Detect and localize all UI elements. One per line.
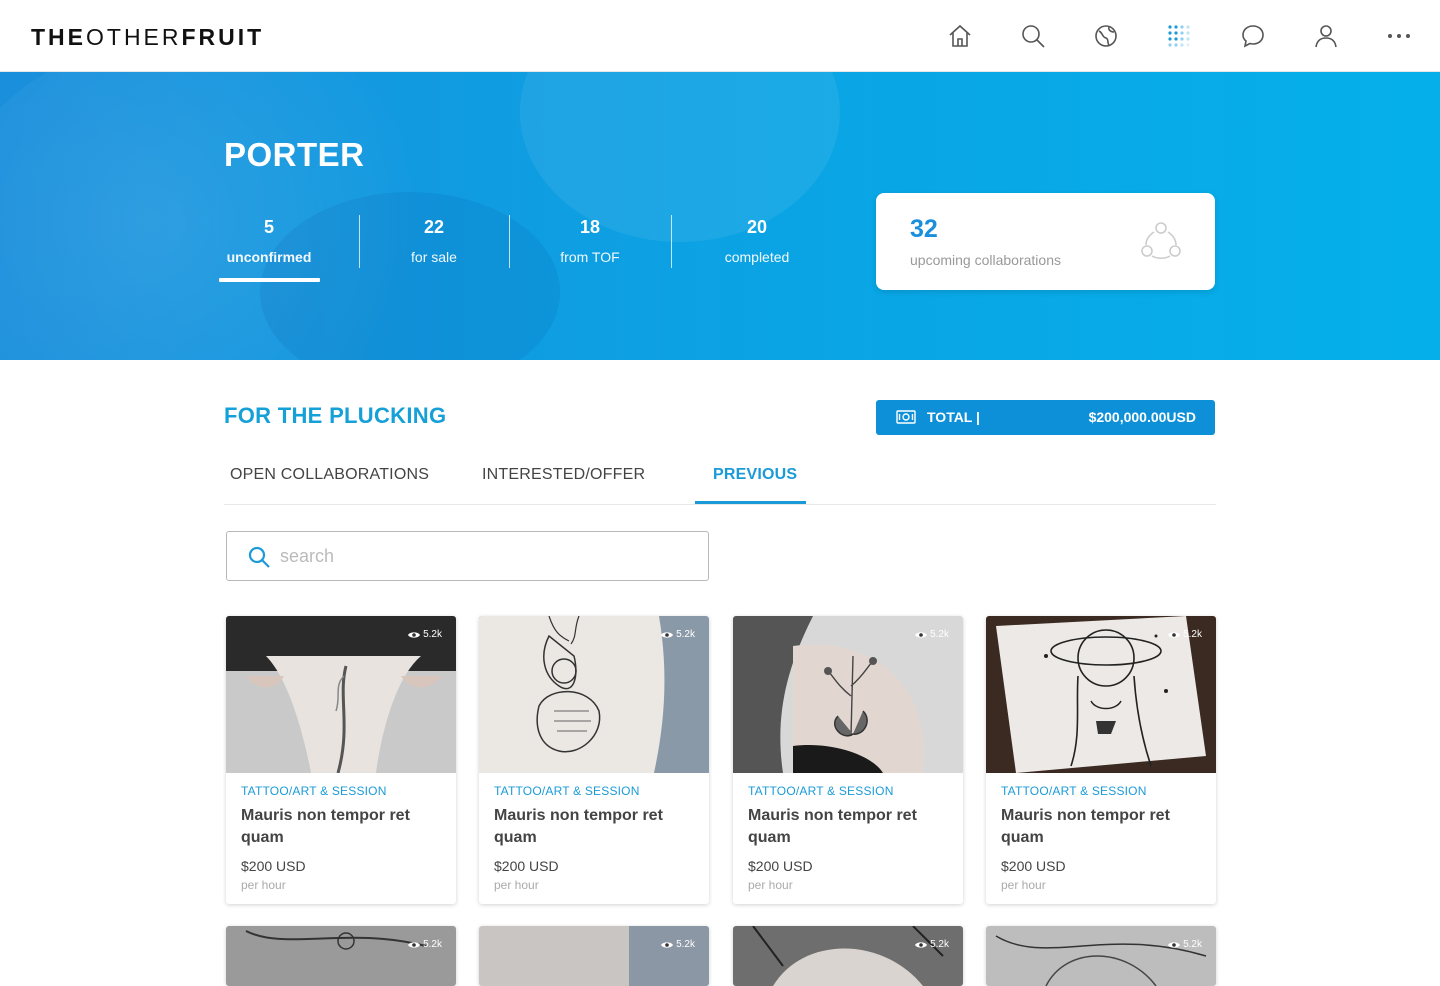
view-count: 5.2k [408,939,442,950]
stat-divider [671,215,672,268]
profile-name: PORTER [224,136,365,173]
collaboration-icon [1141,222,1181,260]
user-icon[interactable] [1312,22,1340,50]
stat-active-underline [219,278,320,282]
tab-previous[interactable]: PREVIOUS [713,466,797,484]
view-count: 5.2k [408,629,442,640]
collaboration-card[interactable]: 5.2k TATTOO/ART & SESSION Mauris non tem… [479,616,709,904]
tattoo-image [986,926,1216,986]
collaboration-card[interactable]: 5.2k TATTOO/ART & SESSION Mauris non tem… [733,616,963,904]
logo[interactable]: THEOTHERFRUIT [31,24,264,51]
card-category: TATTOO/ART & SESSION [494,784,640,798]
eye-icon [1168,631,1181,638]
eye-icon [408,941,421,948]
view-count: 5.2k [915,629,949,640]
money-icon [896,410,916,424]
total-bar: TOTAL | $200,000.00USD [876,400,1215,435]
collaboration-card[interactable]: 5.2k [986,926,1216,986]
tab-active-underline [695,501,806,504]
card-price: $200 USD [241,858,306,874]
tab-interested-offer[interactable]: INTERESTED/OFFER [482,466,645,484]
card-title[interactable]: Mauris non tempor ret quam [241,805,446,849]
stat-for-sale[interactable]: 22 for sale [394,215,474,267]
globe-icon[interactable] [1092,22,1120,50]
card-price: $200 USD [748,858,813,874]
section-title: FOR THE PLUCKING [224,403,447,428]
collaboration-card[interactable]: 5.2k TATTOO/ART & SESSION Mauris non tem… [226,616,456,904]
card-price: $200 USD [494,858,559,874]
view-count: 5.2k [1168,629,1202,640]
eye-icon [915,631,928,638]
upcoming-count: 32 [910,215,938,243]
search-icon [248,546,270,568]
card-price: $200 USD [1001,858,1066,874]
card-title[interactable]: Mauris non tempor ret quam [494,805,699,849]
search-icon[interactable] [1019,22,1047,50]
card-price-unit: per hour [748,878,793,892]
collaboration-card[interactable]: 5.2k [226,926,456,986]
search-box [226,531,709,581]
upcoming-label: upcoming collaborations [910,252,1061,268]
collaboration-card[interactable]: 5.2k [733,926,963,986]
chat-icon[interactable] [1239,22,1267,50]
total-amount: $200,000.00USD [1088,409,1196,425]
view-count: 5.2k [661,629,695,640]
view-count: 5.2k [661,939,695,950]
more-icon[interactable] [1385,22,1413,50]
stat-from-tof[interactable]: 18 from TOF [545,215,635,267]
card-category: TATTOO/ART & SESSION [241,784,387,798]
stat-divider [359,215,360,268]
stat-unconfirmed[interactable]: 5 unconfirmed [224,215,314,267]
card-price-unit: per hour [494,878,539,892]
view-count: 5.2k [915,939,949,950]
eye-icon [661,941,674,948]
tattoo-image [733,926,963,986]
collaboration-tabs: OPEN COLLABORATIONS INTERESTED/OFFER PRE… [224,455,1216,505]
tab-open-collaborations[interactable]: OPEN COLLABORATIONS [230,466,429,484]
stat-completed[interactable]: 20 completed [712,215,802,267]
stat-divider [509,215,510,268]
card-category: TATTOO/ART & SESSION [748,784,894,798]
card-title[interactable]: Mauris non tempor ret quam [748,805,953,849]
tattoo-image [479,926,709,986]
profile-hero: PORTER 5 unconfirmed 22 for sale 18 from… [0,72,1440,360]
search-input[interactable] [280,533,700,579]
card-price-unit: per hour [1001,878,1046,892]
card-title[interactable]: Mauris non tempor ret quam [1001,805,1206,849]
view-count: 5.2k [1168,939,1202,950]
upcoming-collaborations-card[interactable]: 32 upcoming collaborations [876,193,1215,290]
home-icon[interactable] [946,22,974,50]
card-price-unit: per hour [241,878,286,892]
total-label: TOTAL | [927,409,980,425]
collaboration-card[interactable]: 5.2k TATTOO/ART & SESSION Mauris non tem… [986,616,1216,904]
grid-dots-icon[interactable] [1165,22,1193,50]
eye-icon [1168,941,1181,948]
card-category: TATTOO/ART & SESSION [1001,784,1147,798]
collaboration-card[interactable]: 5.2k [479,926,709,986]
tattoo-image [226,926,456,986]
eye-icon [408,631,421,638]
eye-icon [915,941,928,948]
eye-icon [661,631,674,638]
top-nav: THEOTHERFRUIT [0,0,1440,72]
